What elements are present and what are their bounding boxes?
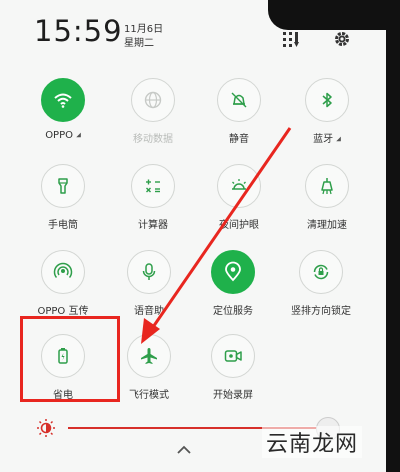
quick-settings-panel: 15:59 11月6日 星期二 OPPO ◢ 移动数据 静音 蓝牙 ◢ 手电筒 … [0, 0, 400, 472]
chevron-up-icon[interactable] [176, 440, 192, 459]
pointer-arrow [141, 127, 292, 344]
brightness-sun-icon [36, 418, 56, 442]
watermark-text: 云南龙网 [262, 426, 363, 458]
